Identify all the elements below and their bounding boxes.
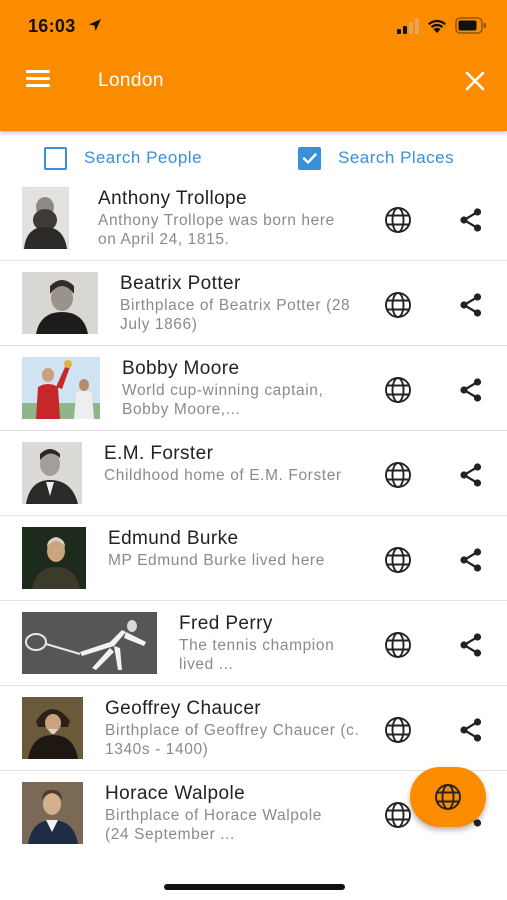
list-item[interactable]: E.M. Forster Childhood home of E.M. Fors… — [0, 431, 507, 516]
list-item-description: Birthplace of Horace Walpole (24 Septemb… — [105, 807, 322, 843]
home-indicator — [164, 884, 345, 890]
search-places-checkbox[interactable]: Search Places — [298, 145, 454, 171]
close-icon[interactable] — [460, 66, 490, 96]
search-people-label: Search People — [84, 148, 203, 167]
globe-icon[interactable] — [383, 800, 413, 830]
list-item-title: Horace Walpole — [105, 783, 246, 804]
page-title: London — [98, 70, 164, 91]
portrait-image — [22, 187, 69, 249]
list-item[interactable]: Geoffrey Chaucer Birthplace of Geoffrey … — [0, 686, 507, 771]
portrait-image — [22, 442, 82, 504]
list-item-description: Birthplace of Beatrix Potter (28 July 18… — [120, 297, 351, 333]
list-item-title: Bobby Moore — [122, 358, 240, 379]
photo-image — [22, 612, 157, 674]
list-item-text: Bobby Moore World cup-winning captain, B… — [122, 357, 372, 419]
share-icon[interactable] — [457, 716, 485, 744]
list-item-text: Geoffrey Chaucer Birthplace of Geoffrey … — [105, 697, 359, 759]
list-item[interactable]: Anthony Trollope Anthony Trollope was bo… — [0, 176, 507, 261]
app-bar: 16:03 London — [0, 0, 507, 131]
list-item-text: E.M. Forster Childhood home of E.M. Fors… — [104, 442, 354, 485]
list-item-description: The tennis champion lived ... — [179, 637, 335, 673]
map-fab-button[interactable] — [410, 767, 486, 827]
hamburger-menu-icon — [26, 70, 50, 73]
photo-image — [22, 357, 100, 419]
status-bar: 16:03 — [0, 0, 507, 52]
status-time: 16:03 — [28, 16, 76, 36]
search-places-label: Search Places — [338, 148, 455, 167]
share-icon[interactable] — [457, 546, 485, 574]
globe-icon[interactable] — [383, 375, 413, 405]
list-item[interactable]: Beatrix Potter Birthplace of Beatrix Pot… — [0, 261, 507, 346]
hamburger-line — [26, 77, 50, 80]
list-item-description: MP Edmund Burke lived here — [108, 552, 325, 569]
portrait-image — [22, 527, 86, 589]
list-item[interactable]: Edmund Burke MP Edmund Burke lived here — [0, 516, 507, 601]
share-icon[interactable] — [457, 631, 485, 659]
list-item-title: Beatrix Potter — [120, 273, 241, 294]
list-item-title: Edmund Burke — [108, 528, 239, 549]
globe-icon[interactable] — [383, 205, 413, 235]
list-item-title: Geoffrey Chaucer — [105, 698, 262, 719]
globe-icon — [435, 784, 461, 810]
portrait-image — [22, 782, 83, 844]
globe-icon[interactable] — [383, 545, 413, 575]
list-item-title: Anthony Trollope — [98, 188, 247, 209]
wifi-icon — [428, 19, 446, 33]
cellular-signal-icon — [397, 18, 419, 34]
list-item[interactable]: Bobby Moore World cup-winning captain, B… — [0, 346, 507, 431]
list-item-text: Anthony Trollope Anthony Trollope was bo… — [98, 187, 348, 249]
list-item-description: World cup-winning captain, Bobby Moore,.… — [122, 382, 324, 418]
globe-icon[interactable] — [383, 715, 413, 745]
share-icon[interactable] — [457, 206, 485, 234]
share-icon[interactable] — [457, 376, 485, 404]
globe-icon[interactable] — [383, 630, 413, 660]
share-icon[interactable] — [457, 461, 485, 489]
hamburger-line — [26, 84, 50, 87]
menu-button[interactable] — [22, 66, 54, 96]
battery-icon — [455, 17, 486, 34]
portrait-image — [22, 697, 83, 759]
list-item-description: Childhood home of E.M. Forster — [104, 467, 342, 484]
location-arrow-icon — [89, 19, 101, 31]
list-item[interactable]: Fred Perry The tennis champion lived ... — [0, 601, 507, 686]
search-people-checkbox[interactable]: Search People — [44, 145, 202, 171]
checkbox-unchecked-icon — [44, 146, 67, 170]
globe-icon[interactable] — [383, 460, 413, 490]
list-item-text: Beatrix Potter Birthplace of Beatrix Pot… — [120, 272, 370, 334]
list-item-description: Anthony Trollope was born here on April … — [98, 212, 335, 248]
portrait-image — [22, 272, 98, 334]
list-item-description: Birthplace of Geoffrey Chaucer (c. 1340s… — [105, 722, 360, 758]
globe-icon[interactable] — [383, 290, 413, 320]
checkbox-checked-icon — [298, 146, 321, 170]
list-item-text: Horace Walpole Birthplace of Horace Walp… — [105, 782, 355, 844]
share-icon[interactable] — [457, 291, 485, 319]
list-item-text: Edmund Burke MP Edmund Burke lived here — [108, 527, 358, 570]
list-item-title: E.M. Forster — [104, 443, 214, 464]
